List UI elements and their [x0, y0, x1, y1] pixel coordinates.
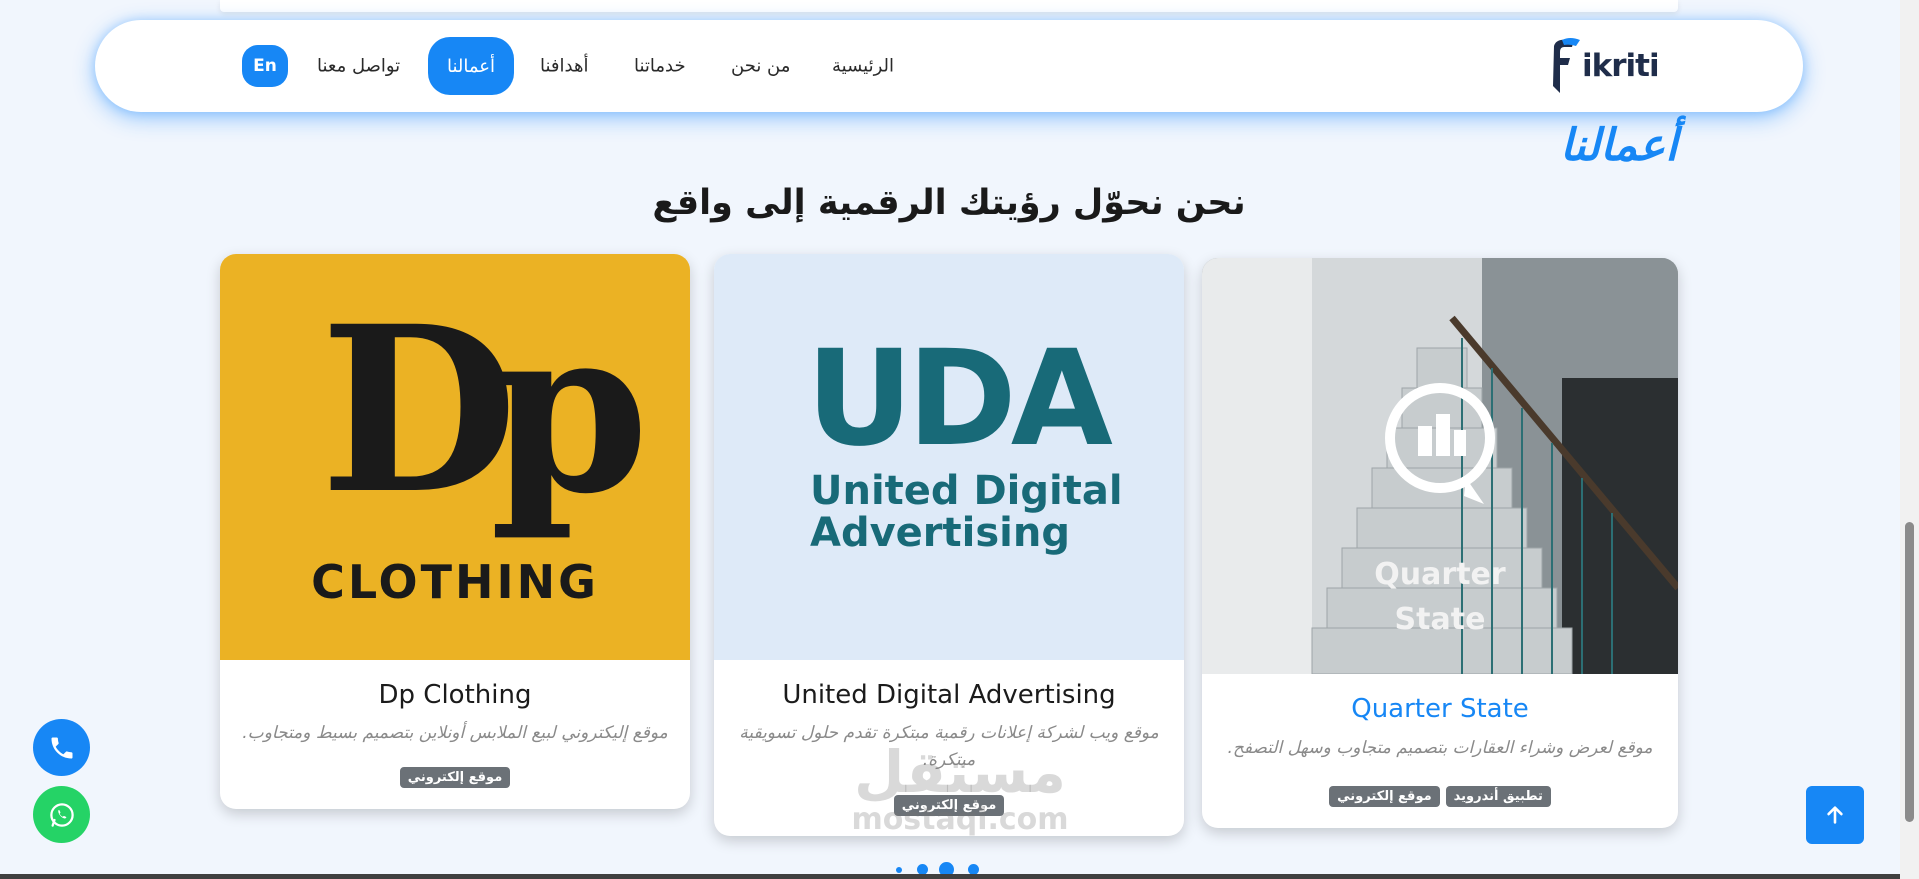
- quarter-state-logo-line-2: State: [1395, 602, 1486, 637]
- card-title: Dp Clothing: [378, 680, 532, 710]
- staircase-photo: Quarter State: [1202, 258, 1678, 675]
- uda-logo-line-1: United Digital: [810, 468, 1123, 514]
- nav-home[interactable]: الرئيسية: [832, 56, 894, 77]
- project-card-dp-clothing[interactable]: Dp CLOTHING Dp Clothing موقع إليكتروني ل…: [220, 254, 690, 809]
- clothing-logo-word: CLOTHING: [311, 555, 599, 609]
- logo-text: ikriti: [1582, 48, 1660, 84]
- carousel-dot[interactable]: [896, 867, 902, 873]
- section-title: أعمالنا: [1560, 120, 1678, 171]
- card-tags: موقع إلكتروني: [714, 795, 1184, 816]
- uda-logo-line-2: Advertising: [810, 510, 1070, 556]
- uda-logo: UDA United Digital Advertising: [806, 322, 1123, 556]
- card-tags: تطبيق أندرويد موقع إلكتروني: [1202, 786, 1678, 807]
- tag-website: موقع إلكتروني: [893, 795, 1005, 816]
- card-image: Dp CLOTHING: [220, 254, 690, 660]
- card-image: Quarter State: [1202, 258, 1678, 675]
- nav-contact[interactable]: تواصل معنا: [317, 56, 400, 77]
- quarter-state-logo-line-1: Quarter: [1374, 557, 1506, 592]
- card-title: United Digital Advertising: [782, 680, 1116, 710]
- uda-logo-letters: UDA: [806, 322, 1113, 476]
- scrollbar-thumb[interactable]: [1905, 522, 1914, 822]
- dp-logo-letters: Dp: [320, 276, 641, 544]
- card-title: Quarter State: [1351, 694, 1529, 724]
- section-subtitle: نحن نحوّل رؤيتك الرقمية إلى واقع: [652, 183, 1246, 223]
- logo[interactable]: ikriti: [1548, 36, 1660, 96]
- nav-goals[interactable]: أهدافنا: [540, 56, 588, 77]
- scroll-to-top-button[interactable]: [1806, 786, 1864, 844]
- phone-icon: [51, 737, 72, 758]
- project-card-quarter-state[interactable]: Quarter State Quarter State موقع لعرض وش…: [1202, 258, 1678, 828]
- tag-android-app: تطبيق أندرويد: [1445, 786, 1551, 807]
- card-description: موقع ويب لشركة إعلانات رقمية مبتكرة تقدم…: [739, 723, 1159, 770]
- tag-website: موقع إلكتروني: [1329, 786, 1440, 807]
- nav-services[interactable]: خدماتنا: [634, 56, 686, 77]
- call-button[interactable]: [33, 719, 90, 776]
- nav-works[interactable]: أعمالنا: [428, 37, 514, 95]
- nav-about[interactable]: من نحن: [731, 56, 790, 77]
- card-description: موقع إليكتروني لبيع الملابس أونلاين بتصم…: [242, 723, 668, 743]
- tag-website: موقع إلكتروني: [399, 767, 511, 788]
- card-image: UDA United Digital Advertising: [714, 254, 1184, 660]
- window-bottom-edge: [0, 874, 1900, 879]
- top-strip: [220, 0, 1678, 12]
- card-tags: موقع إلكتروني: [220, 767, 690, 788]
- whatsapp-button[interactable]: [33, 786, 90, 843]
- project-card-uda[interactable]: UDA United Digital Advertising United Di…: [714, 254, 1184, 836]
- whatsapp-icon: [49, 802, 74, 827]
- arrow-up-icon: [1827, 806, 1843, 824]
- language-toggle-button[interactable]: En: [242, 45, 288, 87]
- card-description: موقع لعرض وشراء العقارات بتصميم متجاوب و…: [1227, 738, 1653, 758]
- dp-clothing-logo: Dp CLOTHING: [311, 276, 669, 609]
